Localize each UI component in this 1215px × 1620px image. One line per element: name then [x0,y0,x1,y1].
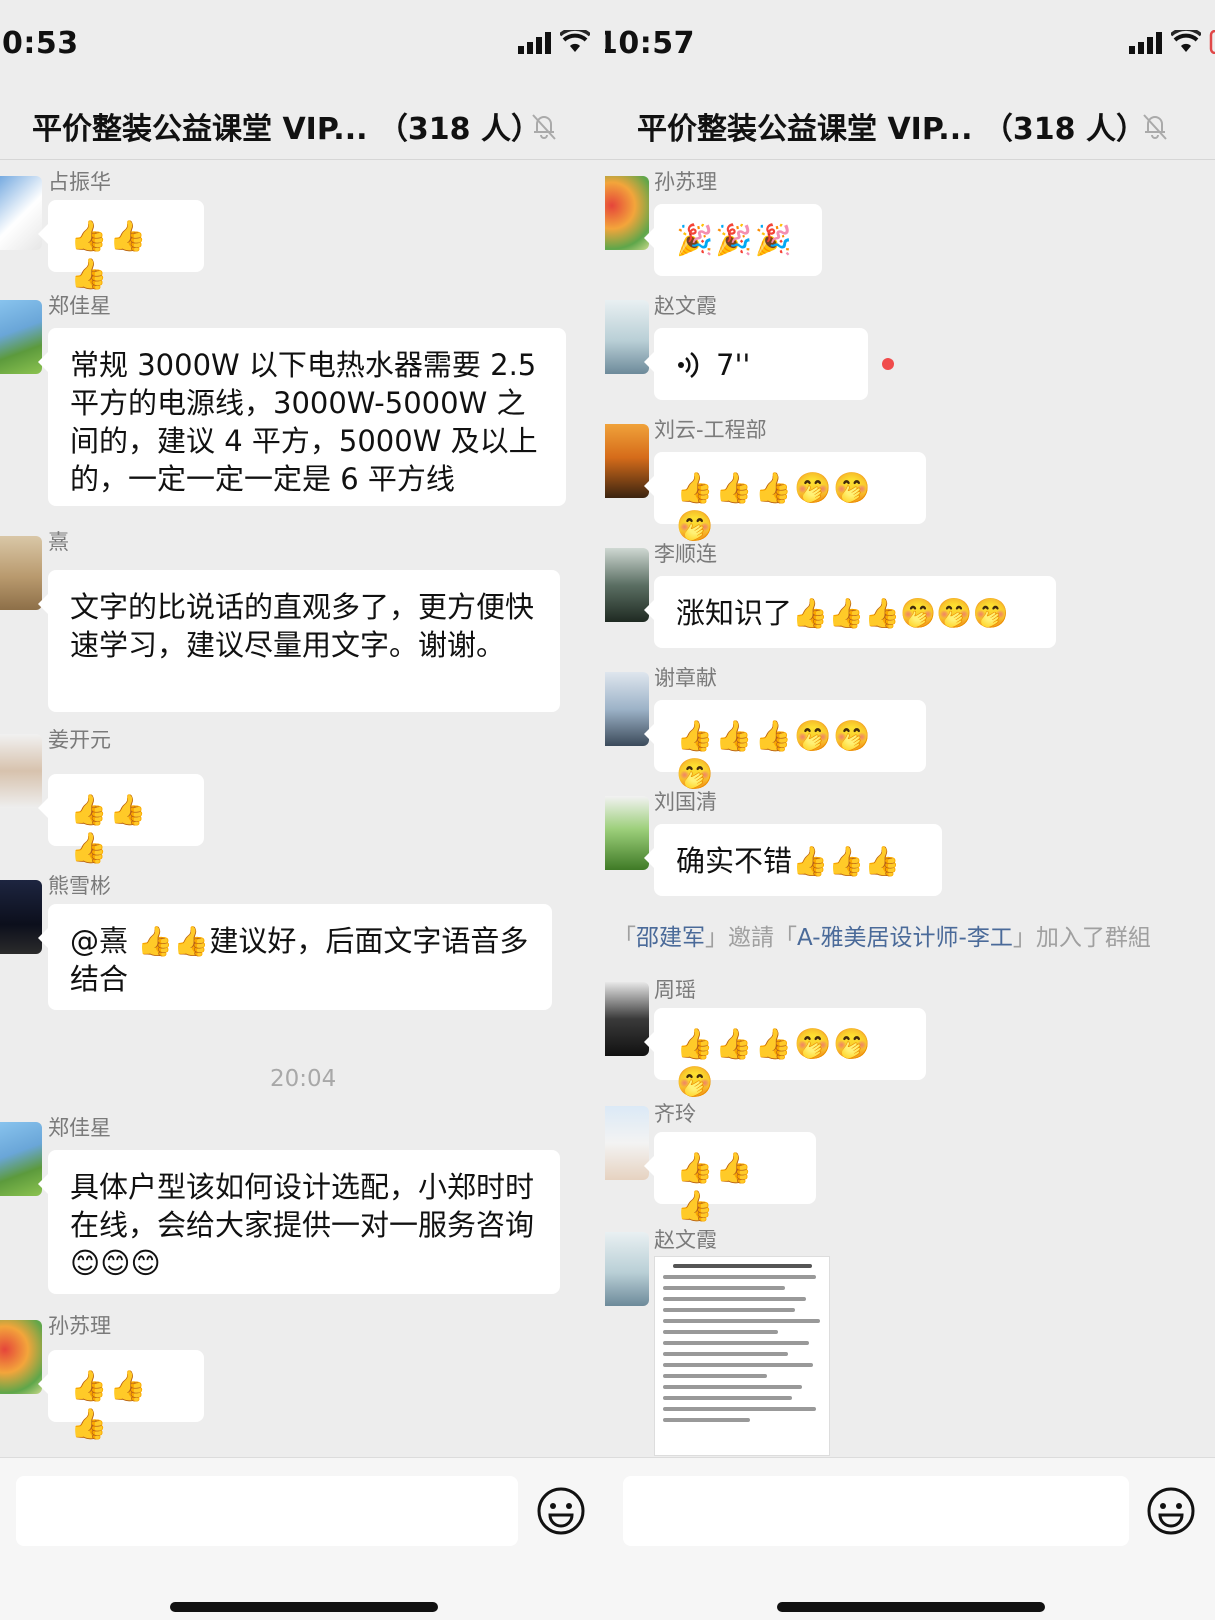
message-bubble[interactable]: 文字的比说话的直观多了，更方便快速学习，建议尽量用文字。谢谢。 [38,570,560,712]
avatar[interactable] [0,536,42,610]
avatar[interactable] [605,1232,649,1306]
right-chat-screen: 10:57 ‹ 平价整装公益课堂 VIP... （318 人） 孙苏理 🎉🎉🎉 … [605,0,1215,1620]
avatar[interactable] [0,1320,42,1394]
chat-title[interactable]: 平价整装公益课堂 VIP... （318 人） [32,104,541,148]
sender-name: 赵文霞 [654,294,717,318]
signal-bars-icon [518,32,551,54]
voice-message[interactable]: 7'' [644,328,868,400]
left-chat-screen: 0:53 平价整装公益课堂 VIP... （318 人） 占振华 👍👍👍 郑佳星… [0,0,605,1620]
smiley-face-icon[interactable] [536,1486,586,1536]
avatar[interactable] [0,300,42,374]
message-bubble[interactable]: @熹 👍👍建议好，后面文字语音多结合 [38,904,552,1010]
message-bubble[interactable]: 确实不错👍👍👍 [644,824,942,896]
message-list[interactable]: 占振华 👍👍👍 郑佳星 常规 3000W 以下电热水器需要 2.5 平方的电源线… [0,160,605,1457]
avatar[interactable] [605,1106,649,1180]
status-icons [1129,30,1215,54]
sender-name: 孙苏理 [48,1314,111,1338]
sender-name: 刘国清 [654,790,717,814]
avatar[interactable] [0,734,42,808]
message-bubble[interactable]: 🎉🎉🎉 [644,204,822,276]
chat-header: ‹ 平价整装公益课堂 VIP... （318 人） [605,90,1215,160]
voice-duration: 7'' [716,348,751,382]
avatar[interactable] [605,176,649,250]
message-bubble[interactable]: 涨知识了👍👍👍🤭🤭🤭 [644,576,1056,648]
sender-name: 孙苏理 [654,170,717,194]
sender-name: 占振华 [48,170,111,194]
message-bubble[interactable]: 👍👍👍 [38,1350,204,1442]
avatar[interactable] [0,880,42,954]
avatar[interactable] [605,796,649,870]
smiley-face-icon[interactable] [1146,1486,1196,1536]
invitee-name[interactable]: A-雅美居设计师-李工 [797,925,1013,951]
avatar[interactable] [605,672,649,746]
system-message: 「邵建军」邀請「A-雅美居设计师-李工」加入了群組 [613,925,1151,951]
avatar[interactable] [605,300,649,374]
chat-title[interactable]: 平价整装公益课堂 VIP... （318 人） [637,104,1146,148]
timestamp: 20:04 [270,1066,337,1092]
sender-name: 熊雪彬 [48,874,111,898]
home-indicator[interactable] [170,1602,438,1612]
input-bar [0,1457,605,1620]
avatar[interactable] [0,176,42,250]
message-bubble[interactable]: 常规 3000W 以下电热水器需要 2.5 平方的电源线，3000W-5000W… [38,328,566,506]
status-time: 10:57 [605,26,695,61]
message-bubble[interactable]: 具体户型该如何设计选配，小郑时时在线，会给大家提供一对一服务咨询😊😊😊 [38,1150,560,1294]
sender-name: 周瑶 [654,978,696,1002]
wifi-icon [1171,30,1201,52]
message-bubble[interactable]: 👍👍👍🤭🤭🤭 [644,452,926,544]
sender-name: 齐玲 [654,1102,696,1126]
message-bubble[interactable]: 👍👍👍 [38,200,204,292]
avatar[interactable] [605,424,649,498]
status-bar: 0:53 [0,0,605,90]
sender-name: 郑佳星 [48,294,111,318]
chat-header: 平价整装公益课堂 VIP... （318 人） [0,90,605,160]
sender-name: 谢章献 [654,666,717,690]
message-list[interactable]: 孙苏理 🎉🎉🎉 赵文霞 7'' 刘云-工程部 👍👍👍🤭🤭🤭 李顺连 涨知识了👍👍… [605,160,1215,1457]
bell-slash-icon [532,114,556,140]
signal-bars-icon [1129,32,1162,54]
status-icons [518,30,590,54]
sender-name: 姜开元 [48,728,111,752]
sender-name: 赵文霞 [654,1228,717,1252]
inviter-name[interactable]: 邵建军 [636,925,705,951]
sender-name: 熹 [48,530,69,554]
avatar[interactable] [605,982,649,1056]
unread-dot [882,358,894,370]
avatar[interactable] [605,548,649,622]
avatar[interactable] [0,1122,42,1196]
message-input[interactable] [16,1476,518,1546]
battery-icon [1209,30,1215,54]
status-bar: 10:57 [605,0,1215,90]
input-bar [605,1457,1215,1620]
sound-wave-icon [678,352,699,378]
message-bubble[interactable]: 👍👍👍 [38,774,204,866]
status-time: 0:53 [2,26,79,61]
sender-name: 刘云-工程部 [654,418,767,442]
sender-name: 郑佳星 [48,1116,111,1140]
image-message[interactable] [654,1256,830,1456]
home-indicator[interactable] [777,1602,1045,1612]
message-bubble[interactable]: 👍👍👍🤭🤭🤭 [644,1008,926,1100]
message-input[interactable] [623,1476,1129,1546]
message-bubble[interactable]: 👍👍👍 [644,1132,816,1224]
bell-slash-icon [1143,114,1167,140]
sender-name: 李顺连 [654,542,717,566]
wifi-icon [560,30,590,52]
message-bubble[interactable]: 👍👍👍🤭🤭🤭 [644,700,926,792]
